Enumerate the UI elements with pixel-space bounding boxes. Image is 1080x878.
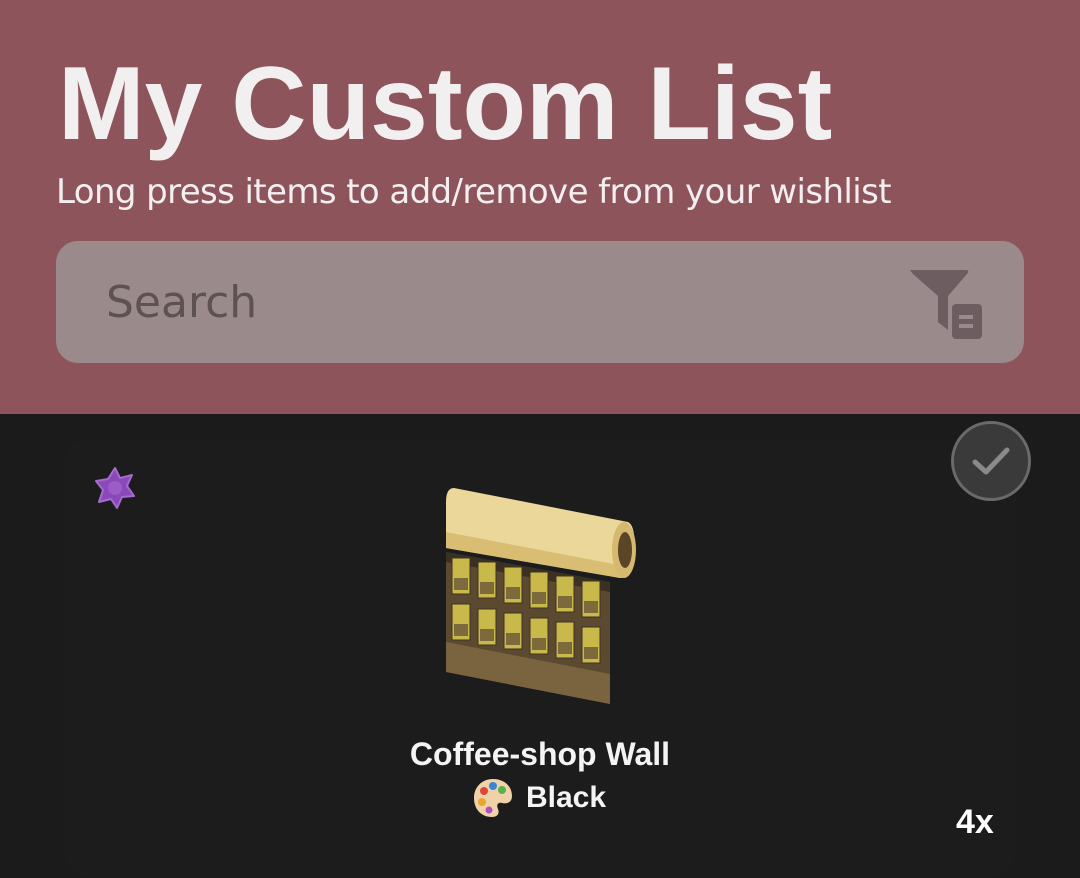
quantity-label: 4x (956, 803, 994, 841)
checkmark-icon (972, 447, 1010, 475)
page-title: My Custom List (58, 46, 833, 162)
purple-star-badge-icon (95, 467, 135, 509)
filter-list-icon[interactable] (908, 268, 984, 344)
item-name: Coffee-shop Wall (409, 736, 671, 772)
palette-icon (474, 779, 512, 817)
search-input[interactable] (106, 271, 866, 333)
collected-check-button[interactable] (951, 421, 1031, 501)
item-image (446, 488, 636, 704)
header: My Custom List Long press items to add/r… (0, 0, 1080, 414)
item-variant: Black (472, 777, 606, 819)
search-bar[interactable] (56, 241, 1024, 363)
page-subtitle: Long press items to add/remove from your… (56, 172, 892, 212)
variant-label: Black (526, 781, 607, 814)
